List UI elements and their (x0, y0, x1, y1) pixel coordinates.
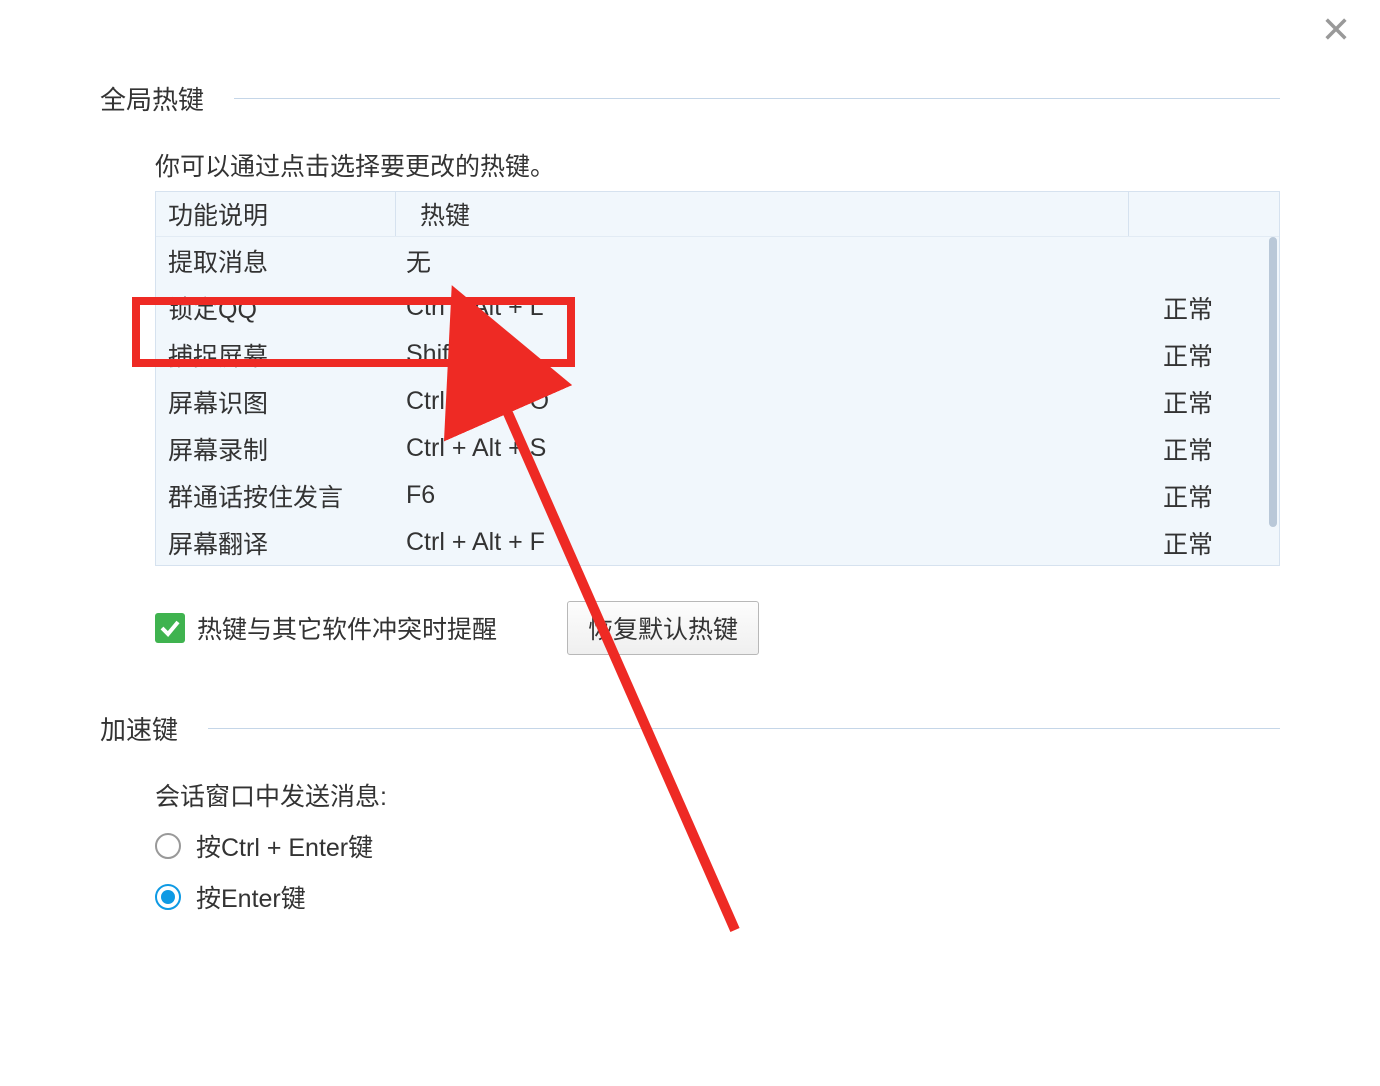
cell-function: 捕捉屏幕 (156, 337, 396, 373)
cell-status: 正常 (1129, 525, 1279, 561)
divider (234, 98, 1280, 99)
conflict-checkbox-row[interactable]: 热键与其它软件冲突时提醒 (155, 610, 497, 646)
section-title-accelerator: 加速键 (100, 710, 178, 747)
cell-status: 正常 (1129, 384, 1279, 420)
close-button[interactable] (1322, 15, 1350, 43)
radio-option-ctrl-enter[interactable]: 按Ctrl + Enter键 (155, 828, 1280, 864)
cell-status: 正常 (1129, 478, 1279, 514)
section-title-global-hotkey: 全局热键 (100, 80, 204, 117)
scroll-thumb[interactable] (1269, 237, 1277, 527)
cell-hotkey: Ctrl + Alt + F (396, 528, 1129, 557)
radio-label: 按Ctrl + Enter键 (196, 828, 373, 864)
table-row[interactable]: 提取消息 无 (156, 237, 1279, 284)
table-row[interactable]: 捕捉屏幕 Shift + Z 正常 (156, 331, 1279, 378)
cell-hotkey: Shift + Z (396, 340, 1129, 369)
radio-option-enter[interactable]: 按Enter键 (155, 879, 1280, 915)
cell-function: 提取消息 (156, 243, 396, 279)
conflict-label: 热键与其它软件冲突时提醒 (197, 610, 497, 646)
cell-function: 屏幕录制 (156, 431, 396, 467)
check-icon (158, 616, 182, 640)
restore-default-button[interactable]: 恢复默认热键 (567, 601, 759, 655)
table-row[interactable]: 屏幕翻译 Ctrl + Alt + F 正常 (156, 519, 1279, 566)
radio-button[interactable] (155, 884, 181, 910)
table-row[interactable]: 屏幕录制 Ctrl + Alt + S 正常 (156, 425, 1279, 472)
scrollbar[interactable] (1267, 237, 1279, 565)
section-global-hotkey-header: 全局热键 (100, 80, 1280, 117)
cell-status: 正常 (1129, 290, 1279, 326)
cell-hotkey: Ctrl + Alt + O (396, 387, 1129, 416)
table-row[interactable]: 屏幕识图 Ctrl + Alt + O 正常 (156, 378, 1279, 425)
hotkey-table: 功能说明 热键 提取消息 无 锁定QQ Ctrl + Alt + L 正常 捕捉… (155, 191, 1280, 566)
cell-status: 正常 (1129, 431, 1279, 467)
cell-function: 锁定QQ (156, 290, 396, 326)
hotkey-intro: 你可以通过点击选择要更改的热键。 (155, 147, 1280, 183)
cell-hotkey: F6 (396, 481, 1129, 510)
cell-function: 屏幕翻译 (156, 525, 396, 561)
table-row[interactable]: 锁定QQ Ctrl + Alt + L 正常 (156, 284, 1279, 331)
header-hotkey: 热键 (396, 192, 1129, 236)
divider (208, 728, 1280, 729)
cell-function: 群通话按住发言 (156, 478, 396, 514)
cell-hotkey: 无 (396, 243, 1129, 279)
conflict-checkbox[interactable] (155, 613, 185, 643)
radio-label: 按Enter键 (196, 879, 306, 915)
send-message-title: 会话窗口中发送消息: (155, 777, 1280, 813)
cell-hotkey: Ctrl + Alt + S (396, 434, 1129, 463)
table-header: 功能说明 热键 (156, 192, 1279, 237)
cell-hotkey: Ctrl + Alt + L (396, 293, 1129, 322)
close-icon (1322, 15, 1350, 43)
cell-status: 正常 (1129, 337, 1279, 373)
cell-function: 屏幕识图 (156, 384, 396, 420)
header-function: 功能说明 (156, 192, 396, 236)
section-accelerator-header: 加速键 (100, 710, 1280, 747)
table-row[interactable]: 群通话按住发言 F6 正常 (156, 472, 1279, 519)
radio-button[interactable] (155, 833, 181, 859)
